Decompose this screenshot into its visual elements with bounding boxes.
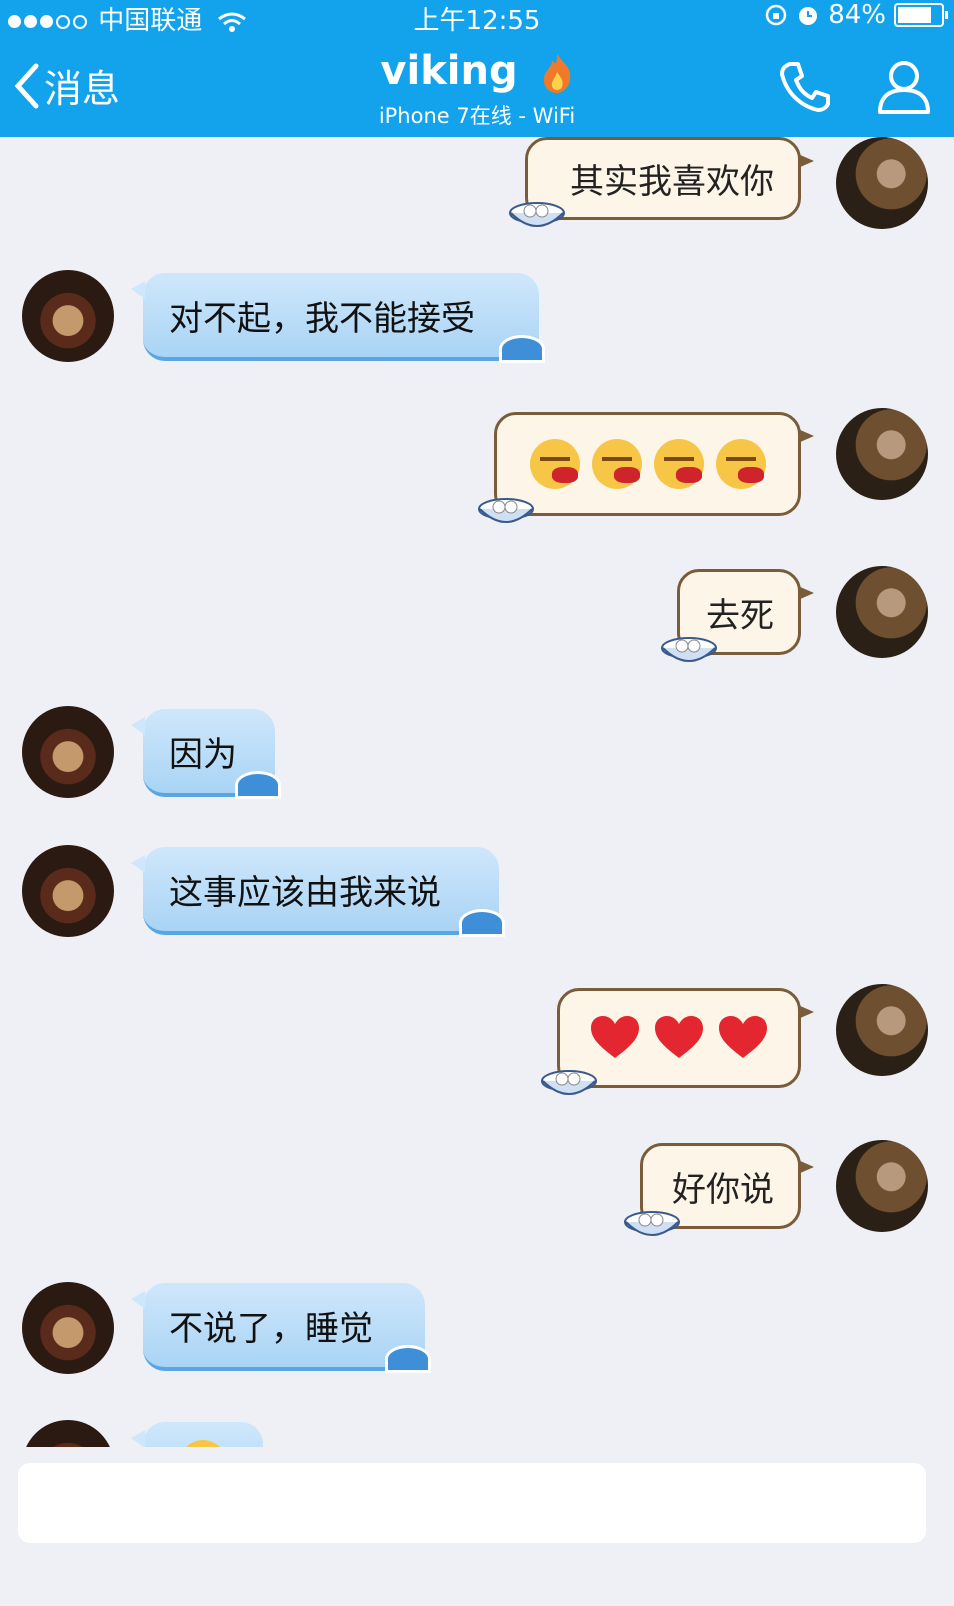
blood-face-emoji-icon (529, 439, 580, 489)
message-bubble[interactable] (478, 412, 814, 523)
message-bubble[interactable]: 因为 (131, 709, 281, 799)
input-area (0, 1447, 954, 1606)
battery-fill (898, 7, 932, 23)
contact-avatar[interactable] (22, 706, 114, 798)
message-row: 好你说 (0, 1140, 954, 1236)
status-right: 84% (764, 0, 948, 30)
message-row (0, 408, 954, 523)
bowl-bubble-decoration-icon (509, 202, 565, 227)
alarm-icon (799, 7, 818, 25)
red-heart-emoji-icon (719, 1016, 767, 1058)
red-heart-emoji-icon (591, 1016, 639, 1058)
message-text: 这事应该由我来说 (169, 872, 441, 913)
message-row: 其实我喜欢你 (0, 137, 954, 229)
message-row (0, 984, 954, 1095)
message-row: 不说了，睡觉 (0, 1282, 954, 1377)
message-text: 好你说 (672, 1169, 774, 1210)
wave-bubble-decoration-icon (499, 335, 545, 363)
message-text: 不说了，睡觉 (169, 1308, 373, 1349)
bowl-bubble-decoration-icon (624, 1211, 680, 1236)
message-bubble[interactable]: 对不起，我不能接受 (131, 273, 545, 363)
blood-face-emoji-icon (715, 439, 766, 489)
wave-bubble-decoration-icon (385, 1345, 431, 1373)
message-bubble[interactable]: 其实我喜欢你 (509, 137, 814, 227)
wave-bubble-decoration-icon (459, 909, 505, 937)
wave-bubble-decoration-icon (235, 771, 281, 799)
battery-icon (894, 3, 948, 27)
my-avatar[interactable] (836, 408, 928, 500)
message-bubble[interactable]: 好你说 (624, 1143, 814, 1236)
message-row: 因为 (0, 706, 954, 801)
status-bar: 中国联通 上午12:55 84% (0, 0, 954, 36)
red-heart-emoji-icon (655, 1016, 703, 1058)
message-row: 对不起，我不能接受 (0, 270, 954, 365)
message-input[interactable] (18, 1463, 926, 1543)
my-avatar[interactable] (836, 566, 928, 658)
contact-avatar[interactable] (22, 1282, 114, 1374)
profile-icon[interactable] (876, 58, 932, 114)
blood-face-emoji-icon (591, 439, 642, 489)
phone-call-icon[interactable] (778, 58, 834, 114)
message-text: 对不起，我不能接受 (169, 298, 475, 339)
chat-header: 中国联通 上午12:55 84% 消息 viking iPhone 7在线 - … (0, 0, 954, 137)
bowl-bubble-decoration-icon (478, 498, 534, 523)
contact-avatar[interactable] (22, 845, 114, 937)
message-text: 因为 (169, 734, 237, 775)
message-text: 去死 (706, 595, 774, 636)
my-avatar[interactable] (836, 984, 928, 1076)
contact-avatar[interactable] (22, 270, 114, 362)
my-avatar[interactable] (836, 137, 928, 229)
bowl-bubble-decoration-icon (541, 1070, 597, 1095)
blood-face-emoji-icon (653, 439, 704, 489)
contact-name: viking (380, 48, 518, 94)
message-text: 其实我喜欢你 (570, 162, 774, 202)
message-row: 去死 (0, 566, 954, 662)
message-row: 这事应该由我来说 (0, 845, 954, 940)
battery-percent: 84% (828, 0, 886, 30)
message-bubble[interactable]: 不说了，睡觉 (131, 1283, 431, 1373)
message-row (0, 1420, 954, 1512)
message-bubble[interactable]: 这事应该由我来说 (131, 847, 505, 937)
rotation-lock-icon (765, 4, 787, 26)
my-avatar[interactable] (836, 1140, 928, 1232)
bowl-bubble-decoration-icon (661, 637, 717, 662)
flame-icon (543, 54, 570, 93)
message-bubble[interactable]: 去死 (661, 569, 814, 662)
message-bubble[interactable] (541, 988, 814, 1095)
